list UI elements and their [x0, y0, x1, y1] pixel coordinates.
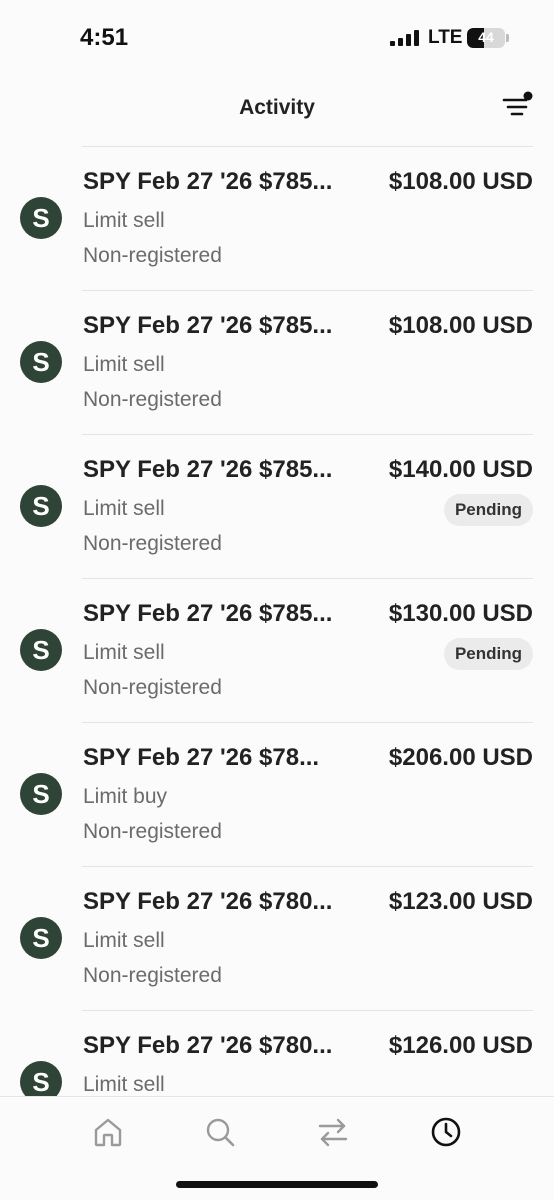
- activity-title: SPY Feb 27 '26 $785...: [83, 312, 333, 339]
- activity-row[interactable]: S SPY Feb 27 '26 $780... $123.00 USD Limit …: [0, 866, 554, 1010]
- activity-title: SPY Feb 27 '26 $780...: [83, 1032, 333, 1059]
- nav-activity[interactable]: [429, 1115, 463, 1149]
- activity-account: Non-registered: [83, 964, 222, 987]
- activity-row[interactable]: S SPY Feb 27 '26 $785... $140.00 USD Limit …: [0, 434, 554, 578]
- nav-search[interactable]: [203, 1115, 237, 1149]
- activity-amount: $130.00 USD: [388, 600, 533, 627]
- activity-amount: $140.00 USD: [388, 456, 533, 483]
- activity-account: Non-registered: [83, 388, 222, 411]
- activity-account: Non-registered: [83, 820, 222, 843]
- status-badge: Pending: [443, 638, 533, 670]
- activity-type: Limit sell: [83, 497, 165, 520]
- activity-type: Limit sell: [83, 353, 165, 376]
- header: Activity: [0, 70, 554, 146]
- activity-row[interactable]: S SPY Feb 27 '26 $780... $126.00 USD Limit …: [0, 1010, 554, 1096]
- page-title: Activity: [239, 96, 315, 119]
- home-icon: [94, 1118, 122, 1147]
- avatar: S: [20, 1061, 62, 1096]
- activity-title: SPY Feb 27 '26 $78...: [83, 744, 320, 771]
- avatar: S: [20, 917, 62, 959]
- activity-account: Non-registered: [83, 676, 222, 699]
- filter-button[interactable]: [498, 90, 538, 124]
- avatar: S: [20, 197, 62, 239]
- avatar: S: [20, 773, 62, 815]
- activity-title: SPY Feb 27 '26 $785...: [83, 600, 333, 627]
- battery-level: 44: [478, 29, 494, 45]
- status-time: 4:51: [80, 24, 129, 51]
- network-label: LTE: [428, 27, 463, 48]
- clock-icon: [431, 1117, 461, 1147]
- activity-list[interactable]: S SPY Feb 27 '26 $785... $108.00 USD Limit …: [0, 146, 554, 1096]
- activity-row[interactable]: S SPY Feb 27 '26 $785... $108.00 USD Limit …: [0, 290, 554, 434]
- nav-home[interactable]: [91, 1115, 125, 1149]
- activity-account: Non-registered: [83, 244, 222, 267]
- activity-amount: $108.00 USD: [388, 168, 533, 195]
- avatar: S: [20, 485, 62, 527]
- activity-amount: $206.00 USD: [388, 744, 533, 771]
- filter-icon: [502, 91, 533, 116]
- activity-amount: $108.00 USD: [388, 312, 533, 339]
- nav-transfer[interactable]: [316, 1115, 350, 1149]
- filter-indicator-dot: [523, 91, 533, 101]
- activity-row[interactable]: S SPY Feb 27 '26 $785... $108.00 USD Limit …: [0, 146, 554, 290]
- battery-icon: 44: [467, 28, 505, 48]
- status-bar: 4:51 LTE 44: [0, 0, 554, 70]
- activity-row[interactable]: S SPY Feb 27 '26 $785... $130.00 USD Limit …: [0, 578, 554, 722]
- activity-title: SPY Feb 27 '26 $785...: [83, 168, 333, 195]
- search-icon: [206, 1118, 235, 1147]
- activity-type: Limit sell: [83, 209, 165, 232]
- status-badge: Pending: [443, 494, 533, 526]
- activity-type: Limit sell: [83, 929, 165, 952]
- avatar: S: [20, 629, 62, 671]
- activity-type: Limit buy: [83, 785, 168, 808]
- avatar: S: [20, 341, 62, 383]
- signal-icon: [390, 30, 420, 46]
- activity-type: Limit sell: [83, 641, 165, 664]
- battery-cap: [506, 34, 509, 42]
- activity-type: Limit sell: [83, 1073, 165, 1096]
- activity-row[interactable]: S SPY Feb 27 '26 $78... $206.00 USD Limit b…: [0, 722, 554, 866]
- home-indicator: [176, 1181, 378, 1188]
- activity-title: SPY Feb 27 '26 $780...: [83, 888, 333, 915]
- activity-amount: $126.00 USD: [388, 1032, 533, 1059]
- transfer-icon: [318, 1118, 348, 1147]
- activity-title: SPY Feb 27 '26 $785...: [83, 456, 333, 483]
- activity-amount: $123.00 USD: [388, 888, 533, 915]
- activity-account: Non-registered: [83, 532, 222, 555]
